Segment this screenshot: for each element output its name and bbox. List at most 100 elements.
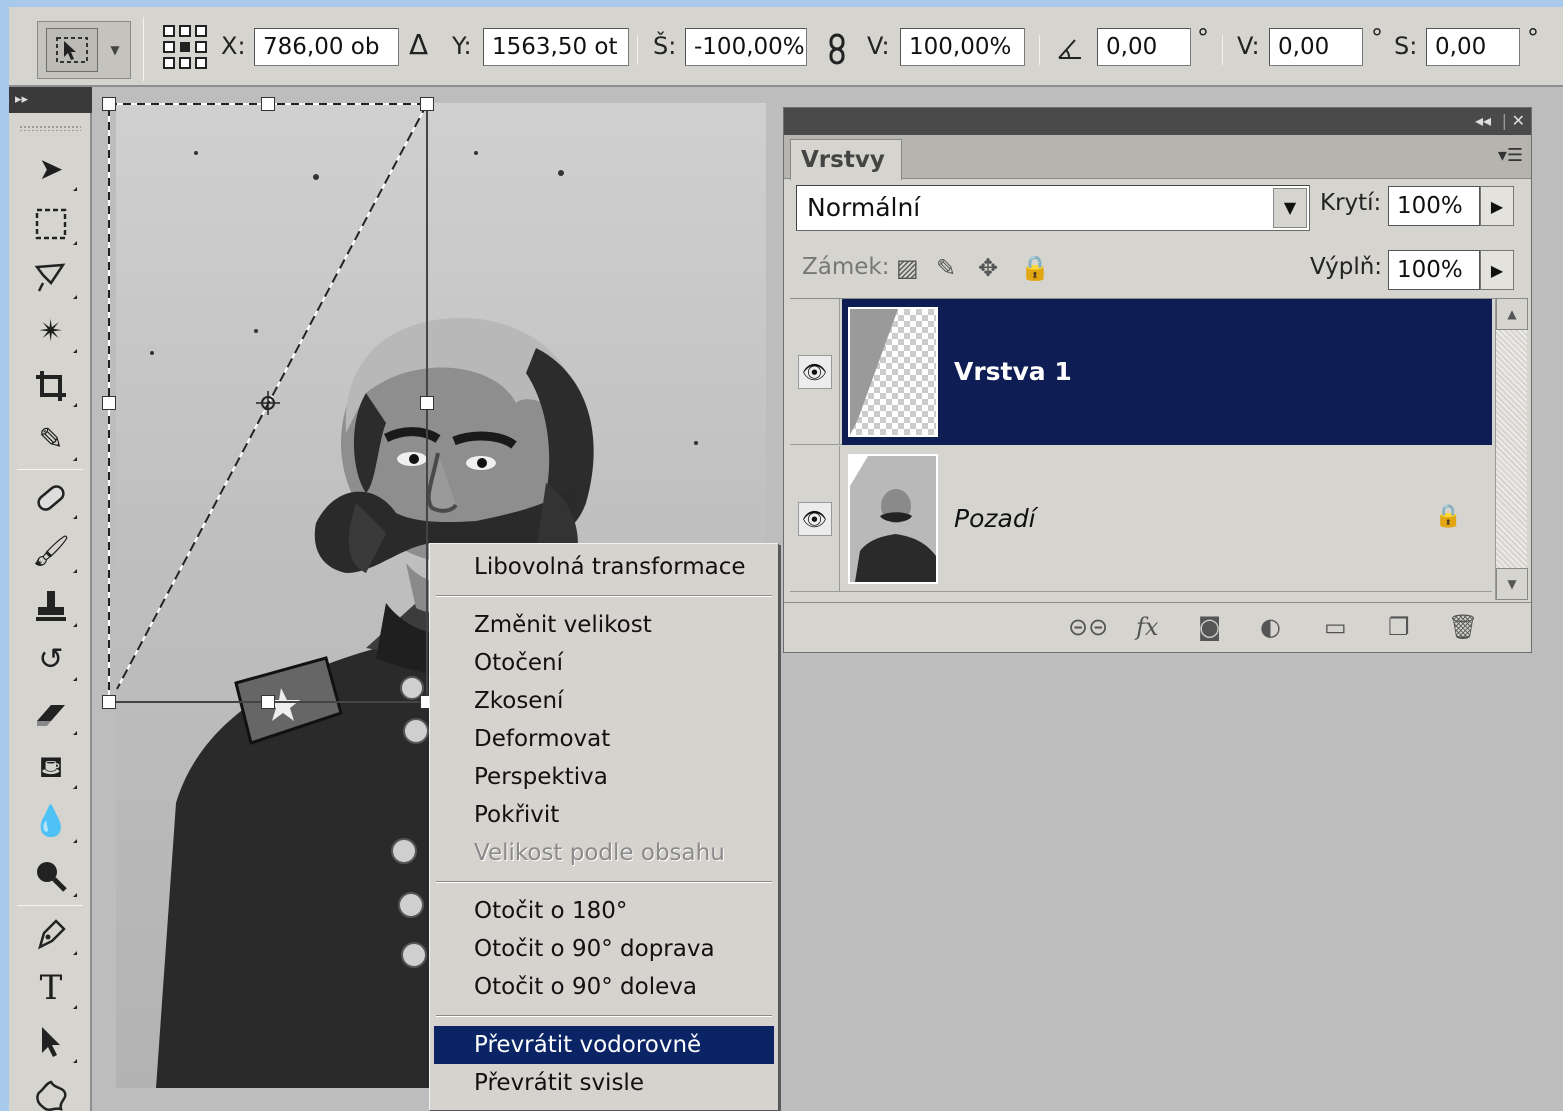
layer-row[interactable]: 👁 Pozadí 🔒 (790, 446, 1492, 592)
trash-icon[interactable]: 🗑 (1448, 613, 1478, 641)
layer-content[interactable]: Pozadí 🔒 (842, 446, 1492, 592)
scroll-down-icon[interactable]: ▼ (1496, 568, 1528, 600)
menu-item-scale[interactable]: Změnit velikost (430, 606, 778, 644)
reference-point-icon[interactable] (161, 23, 209, 71)
paint-bucket-tool-icon[interactable]: ⛾ (19, 743, 83, 793)
rotate-angle-field[interactable]: 0,00 (1097, 28, 1191, 66)
lasso-tool-icon[interactable] (19, 253, 83, 303)
move-selection-icon (46, 28, 98, 72)
menu-separator (436, 595, 772, 597)
fill-slider-arrow-icon[interactable]: ▶ (1480, 250, 1514, 290)
marquee-tool-icon[interactable] (19, 199, 83, 249)
menu-item-rotate-90-cw[interactable]: Otočit o 90° doprava (430, 930, 778, 968)
menu-separator (436, 1015, 772, 1017)
menu-item-rotate[interactable]: Otočení (430, 644, 778, 682)
menu-item-perspective[interactable]: Perspektiva (430, 758, 778, 796)
layer-thumbnail (848, 307, 938, 437)
separator (1222, 35, 1223, 65)
collapse-panel-icon[interactable]: ◂◂ (1475, 110, 1491, 132)
crop-tool-icon[interactable] (19, 361, 83, 411)
visibility-toggle[interactable]: 👁 (790, 446, 840, 592)
move-tool-icon[interactable]: ➤ (19, 145, 83, 195)
lock-pixels-icon[interactable]: ✎ (936, 254, 956, 282)
tools-panel: ▸▸ ➤ ✴ ✎ 🖌 ↺ ⛾ 💧 T (9, 87, 92, 1111)
panel-menu-icon[interactable]: ▾☰ (1498, 145, 1523, 166)
y-position-field[interactable]: 1563,50 ot (483, 28, 629, 66)
transform-handle[interactable] (102, 396, 116, 410)
fill-field[interactable]: 100% (1388, 250, 1480, 290)
fx-icon[interactable]: fx (1136, 613, 1158, 641)
layer-content[interactable]: Vrstva 1 (842, 299, 1492, 445)
menu-item-free-transform[interactable]: Libovolná transformace (430, 548, 778, 586)
menu-item-flip-vertical[interactable]: Převrátit svisle (430, 1064, 778, 1102)
layer-list-scrollbar[interactable]: ▲ ▼ (1495, 298, 1528, 600)
path-selection-tool-icon[interactable] (19, 1017, 83, 1067)
new-layer-icon[interactable]: ❐ (1388, 613, 1410, 641)
layer-row[interactable]: 👁 Vrstva 1 (790, 299, 1492, 445)
custom-shape-tool-icon[interactable] (19, 1071, 83, 1111)
visibility-toggle[interactable]: 👁 (790, 299, 840, 445)
chevron-down-icon[interactable]: ▼ (1273, 188, 1307, 228)
new-group-icon[interactable]: ▭ (1324, 613, 1347, 641)
x-position-field[interactable]: 786,00 ob (254, 28, 399, 66)
transform-handle[interactable] (420, 97, 434, 111)
tool-preset-picker[interactable]: ▼ (37, 21, 131, 79)
opacity-slider-arrow-icon[interactable]: ▶ (1480, 186, 1514, 226)
transform-context-menu: Libovolná transformace Změnit velikost O… (429, 543, 779, 1111)
transform-handle[interactable] (261, 695, 275, 709)
relative-position-icon[interactable]: Δ (409, 25, 428, 65)
blend-mode-select[interactable]: Normální ▼ (796, 185, 1310, 231)
skew-h-label: V: (1237, 32, 1260, 60)
transform-handle[interactable] (420, 396, 434, 410)
close-icon[interactable]: ✕ (1512, 110, 1525, 132)
transform-handle[interactable] (102, 695, 116, 709)
type-tool-icon[interactable]: T (19, 963, 83, 1013)
transform-handle[interactable] (102, 97, 116, 111)
blur-tool-icon[interactable]: 💧 (19, 797, 83, 847)
tab-layers[interactable]: Vrstvy (790, 139, 902, 180)
skew-v-label: S: (1394, 32, 1418, 60)
scroll-up-icon[interactable]: ▲ (1496, 298, 1528, 330)
x-label: X: (221, 32, 246, 60)
history-brush-tool-icon[interactable]: ↺ (19, 635, 83, 685)
layer-list: 👁 Vrstva 1 👁 Pozadí 🔒 (790, 298, 1525, 592)
separator (143, 17, 144, 81)
lock-transparency-icon[interactable]: ▨ (896, 254, 919, 282)
lock-position-icon[interactable]: ✥ (978, 254, 998, 282)
adjustment-layer-icon[interactable]: ◐ (1260, 613, 1281, 641)
window-frame-left (0, 0, 9, 1111)
transform-handle[interactable] (261, 97, 275, 111)
pen-tool-icon[interactable] (19, 909, 83, 959)
layer-thumbnail (848, 454, 938, 584)
dodge-tool-icon[interactable] (19, 851, 83, 901)
panel-titlebar[interactable]: ◂◂ | ✕ (784, 108, 1531, 135)
width-scale-field[interactable]: -100,00% (685, 28, 807, 66)
add-mask-icon[interactable]: ◙ (1198, 613, 1221, 641)
healing-brush-tool-icon[interactable] (19, 473, 83, 523)
menu-item-warp[interactable]: Pokřivit (430, 796, 778, 834)
height-scale-field[interactable]: 100,00% (900, 28, 1025, 66)
menu-item-rotate-180[interactable]: Otočit o 180° (430, 892, 778, 930)
layer-name[interactable]: Vrstva 1 (954, 299, 1072, 445)
separator (17, 469, 83, 470)
panel-grip[interactable] (19, 125, 81, 131)
eraser-tool-icon[interactable] (19, 689, 83, 739)
layer-name[interactable]: Pozadí (954, 446, 1036, 592)
eyedropper-tool-icon[interactable]: ✎ (19, 415, 83, 465)
link-icon[interactable] (827, 33, 847, 69)
titlebar-divider: | (1501, 111, 1507, 130)
skew-horizontal-field[interactable]: 0,00 (1269, 28, 1363, 66)
opacity-field[interactable]: 100% (1388, 186, 1480, 226)
menu-item-rotate-90-ccw[interactable]: Otočit o 90° doleva (430, 968, 778, 1006)
link-layers-icon[interactable]: ⊝⊝ (1068, 613, 1108, 641)
menu-item-distort[interactable]: Deformovat (430, 720, 778, 758)
magic-wand-tool-icon[interactable]: ✴ (19, 307, 83, 357)
brush-tool-icon[interactable]: 🖌 (19, 527, 83, 577)
clone-stamp-tool-icon[interactable] (19, 581, 83, 631)
menu-item-skew[interactable]: Zkosení (430, 682, 778, 720)
lock-all-icon[interactable]: 🔒 (1020, 254, 1050, 282)
skew-vertical-field[interactable]: 0,00 (1426, 28, 1520, 66)
tools-panel-header[interactable]: ▸▸ (9, 87, 92, 113)
eye-icon: 👁 (797, 502, 832, 536)
menu-item-flip-horizontal[interactable]: Převrátit vodorovně (434, 1026, 774, 1064)
